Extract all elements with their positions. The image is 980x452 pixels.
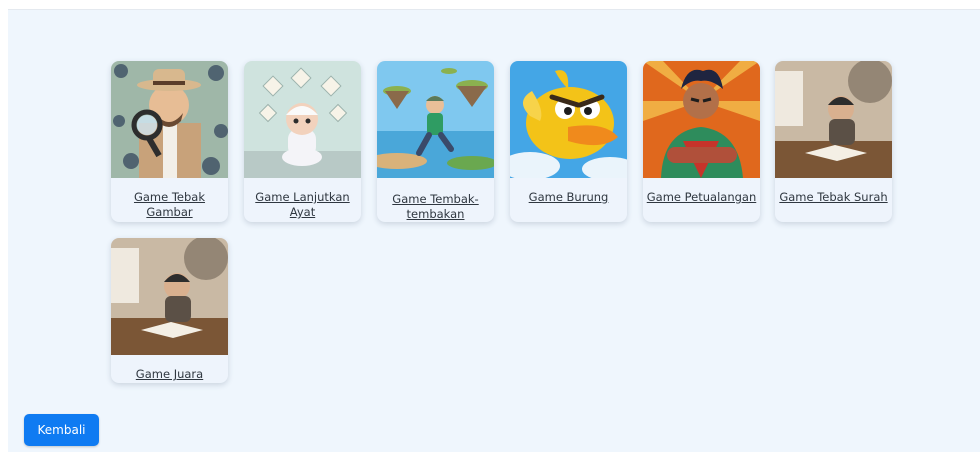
game-thumbnail-image bbox=[377, 61, 494, 178]
game-card-label[interactable]: Game Lanjutkan Ayat bbox=[244, 190, 361, 220]
game-card-label[interactable]: Game Petualangan bbox=[643, 190, 760, 205]
game-thumbnail-image bbox=[775, 61, 892, 178]
game-card-tembak-tembakan[interactable]: Game Tembak-tembakan bbox=[377, 61, 494, 222]
game-thumbnail-image bbox=[643, 61, 760, 178]
game-thumbnail-image bbox=[510, 61, 627, 178]
game-card-label[interactable]: Game Burung bbox=[510, 190, 627, 205]
game-card-label[interactable]: Game Tebak Surah bbox=[775, 190, 892, 205]
game-card-label[interactable]: Game Tembak-tembakan bbox=[377, 192, 494, 222]
game-thumbnail-image bbox=[244, 61, 361, 178]
game-card-lanjutkan-ayat[interactable]: Game Lanjutkan Ayat bbox=[244, 61, 361, 222]
game-card-tebak-gambar[interactable]: Game Tebak Gambar bbox=[111, 61, 228, 222]
back-button[interactable]: Kembali bbox=[24, 414, 99, 446]
game-card-burung[interactable]: Game Burung bbox=[510, 61, 627, 222]
game-thumbnail-image bbox=[111, 61, 228, 178]
game-card-label[interactable]: Game Juara bbox=[111, 367, 228, 382]
game-card-juara[interactable]: Game Juara bbox=[111, 238, 228, 383]
game-card-tebak-surah[interactable]: Game Tebak Surah bbox=[775, 61, 892, 222]
game-thumbnail-image bbox=[111, 238, 228, 355]
game-card-petualangan[interactable]: Game Petualangan bbox=[643, 61, 760, 222]
game-card-label[interactable]: Game Tebak Gambar bbox=[111, 190, 228, 220]
